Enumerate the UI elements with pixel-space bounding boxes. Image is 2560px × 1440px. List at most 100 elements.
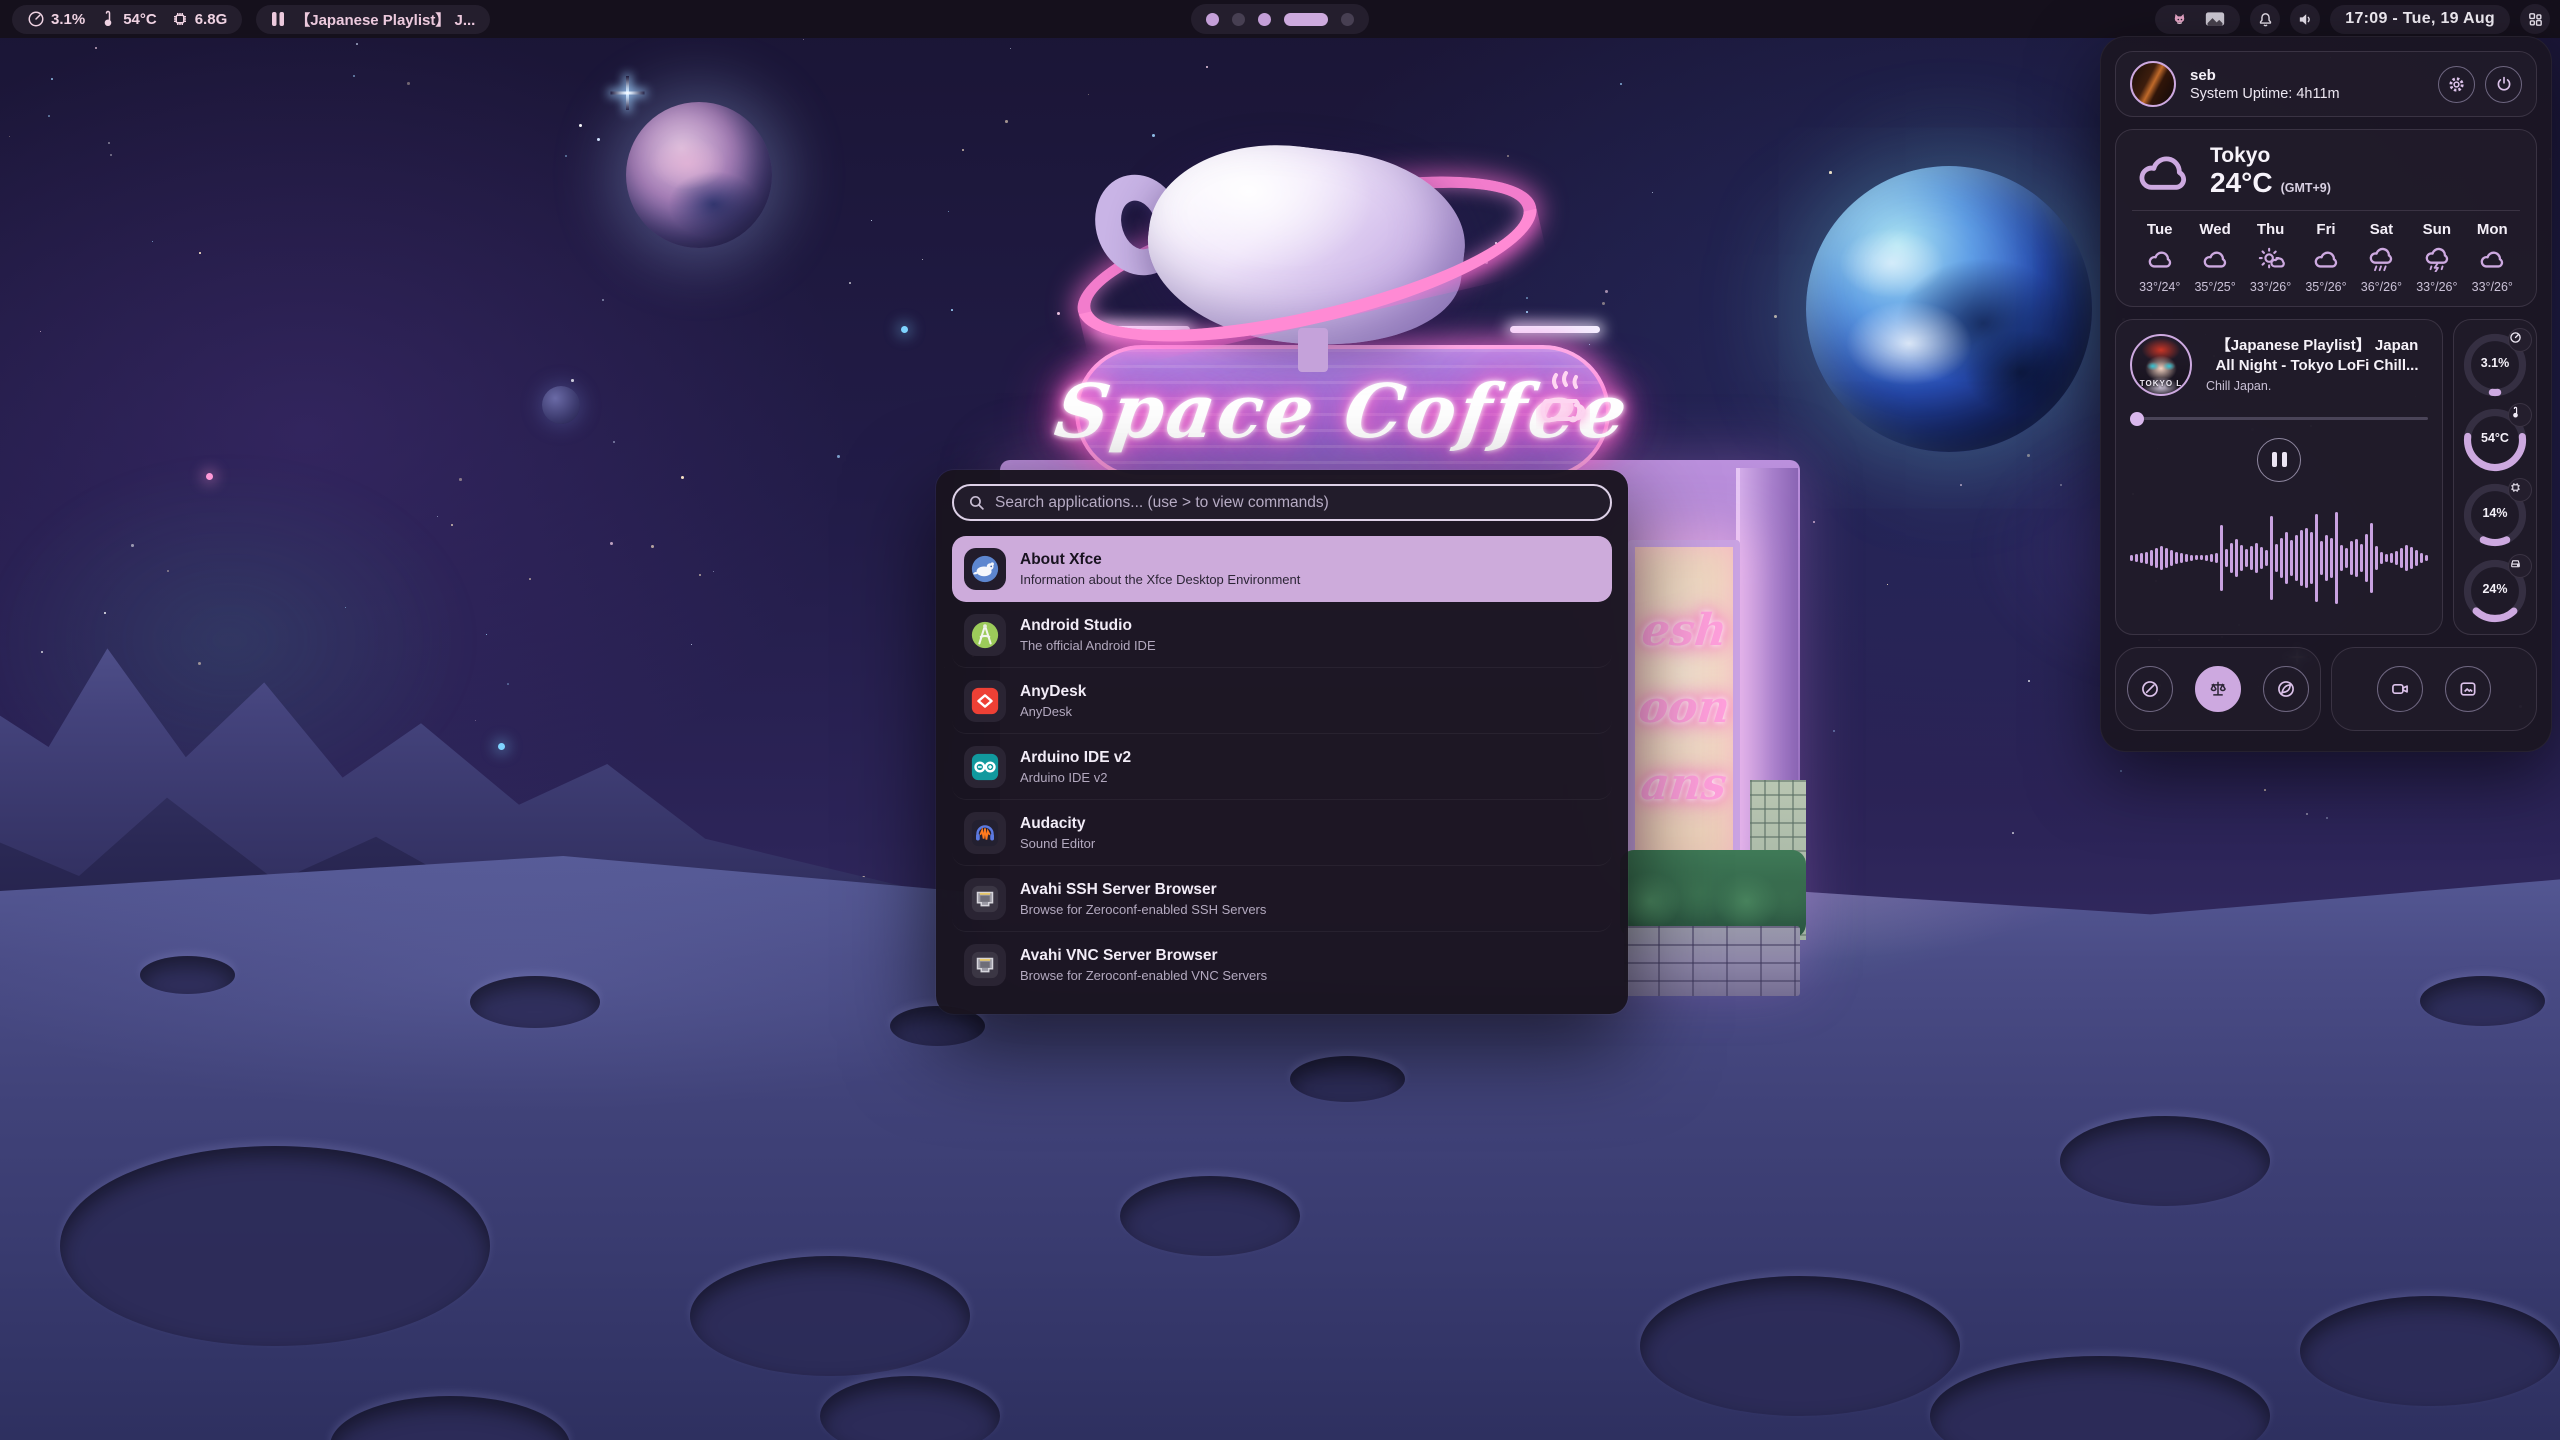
search-input[interactable] [995,494,1596,512]
app-row-about-xfce[interactable]: About Xfce Information about the Xfce De… [952,536,1612,602]
now-playing-pill[interactable]: 【Japanese Playlist】 J... [256,5,490,34]
forecast-temps: 33°/24° [2132,280,2187,294]
weather-card: Tokyo 24°C (GMT+9) Tue Wed Thu Fri Sat S… [2115,129,2537,307]
android-studio-icon [964,614,1006,656]
capture-controls [2331,647,2537,731]
play-pause-button[interactable] [2257,438,2301,482]
now-playing-label: 【Japanese Playlist】 J... [295,9,475,30]
app-overview-button[interactable] [2520,4,2550,34]
settings-button[interactable] [2438,66,2475,103]
audacity-headphones-icon [964,812,1006,854]
desktop: esh oon ans Space Coffee [0,0,2560,1440]
temperature-gauge: 54°C [2462,405,2528,473]
app-row-anydesk[interactable]: AnyDesk AnyDesk [952,668,1612,734]
coffee-cup-icon [1536,367,1590,434]
weather-city: Tokyo [2210,144,2331,168]
notifications-button[interactable] [2250,4,2280,34]
cafe-window: esh oon ans [1628,540,1740,875]
app-description: Sound Editor [1020,836,1095,851]
sparkle-star [610,76,644,110]
cpu-stat: 3.1% [27,10,85,28]
saturn-cup-sculpture [1090,130,1530,360]
performance-profile-button[interactable] [2127,666,2173,712]
cpu-gauge: 3.1% [2462,330,2528,398]
window-neon-text: ans [1639,759,1730,810]
anydesk-icon [964,680,1006,722]
disk-gauge: 24% [2462,556,2528,624]
power-saver-profile-button[interactable] [2263,666,2309,712]
app-name: AnyDesk [1020,683,1086,701]
pause-icon [271,11,285,27]
app-row-avahi-vnc[interactable]: Avahi VNC Server Browser Browse for Zero… [952,932,1612,998]
track-title: 【Japanese Playlist】 Japan All Night - To… [2206,336,2428,376]
workspace-dot-5[interactable] [1341,13,1354,26]
forecast-day: Sun [2409,221,2464,238]
app-name: Audacity [1020,815,1095,833]
power-button[interactable] [2485,66,2522,103]
app-list: About Xfce Information about the Xfce De… [952,536,1612,998]
image-icon[interactable] [2205,11,2225,27]
search-icon [968,494,985,511]
earth-planet [1806,166,2092,452]
workspace-pill [1191,4,1369,34]
forecast-temps: 33°/26° [2465,280,2520,294]
app-description: Browse for Zeroconf-enabled SSH Servers [1020,902,1266,917]
cloud-icon [2465,242,2520,276]
screenshot-button[interactable] [2445,666,2491,712]
app-row-arduino[interactable]: Arduino IDE v2 Arduino IDE v2 [952,734,1612,800]
app-row-android-studio[interactable]: Android Studio The official Android IDE [952,602,1612,668]
seek-thumb[interactable] [2130,412,2144,426]
app-description: Arduino IDE v2 [1020,770,1131,785]
power-profile-selector [2115,647,2321,731]
cloud-icon [2132,147,2194,195]
user-card: seb System Uptime: 4h11m [2115,51,2537,117]
app-row-avahi-ssh[interactable]: Avahi SSH Server Browser Browse for Zero… [952,866,1612,932]
workspace-dot-2[interactable] [1232,13,1245,26]
video-camera-icon [2390,679,2410,699]
workspace-dot-1[interactable] [1206,13,1219,26]
topbar-left: 3.1% 54°C 6.8G 【Japanese Playlist】 J... [12,5,490,34]
app-row-audacity[interactable]: Audacity Sound Editor [952,800,1612,866]
weather-timezone: (GMT+9) [2281,181,2331,195]
system-tray [2155,5,2240,34]
workspace-dot-4[interactable] [1284,13,1328,26]
forecast-day: Tue [2132,221,2187,238]
disk-gauge-label: 24% [2462,582,2528,596]
clock-pill[interactable]: 17:09 - Tue, 19 Aug [2330,5,2510,34]
divider [2132,210,2520,211]
temperature-stat: 54°C [99,10,157,28]
forecast-temps: 36°/26° [2354,280,2409,294]
app-name: About Xfce [1020,551,1300,569]
uptime-label: System Uptime: 4h11m [2190,86,2340,102]
system-gauges: 3.1% 54°C 14% 24% [2453,319,2537,635]
search-box[interactable] [952,484,1612,521]
forecast-row: Tue Wed Thu Fri Sat Sun Mon 33°/24° 35°/… [2132,221,2520,294]
chip-icon [2508,478,2532,502]
grid-icon [2527,11,2544,28]
balanced-profile-button[interactable] [2195,666,2241,712]
topbar-right: 17:09 - Tue, 19 Aug [2155,4,2550,34]
bushes [1620,850,1806,938]
volume-button[interactable] [2290,4,2320,34]
disk-icon [2508,554,2532,578]
workspace-dot-3[interactable] [1258,13,1271,26]
avatar [2130,61,2176,107]
rain-icon [2354,242,2409,276]
track-artist: Chill Japan. [2206,379,2428,393]
power-icon [2495,75,2513,93]
seek-slider[interactable] [2130,412,2428,426]
system-stats-pill[interactable]: 3.1% 54°C 6.8G [12,5,242,34]
screenshot-icon [2458,679,2478,699]
cat-icon[interactable] [2170,10,2189,29]
thermometer-icon [2508,403,2532,427]
album-art-caption: TOKYO L [2132,379,2190,388]
leaf-icon [2276,679,2296,699]
memory-gauge-label: 14% [2462,506,2528,520]
app-description: Information about the Xfce Desktop Envir… [1020,572,1300,587]
screen-record-button[interactable] [2377,666,2423,712]
gauge-icon [27,10,45,28]
gear-icon [2447,75,2466,94]
app-name: Android Studio [1020,617,1156,635]
top-panel: 3.1% 54°C 6.8G 【Japanese Playlist】 J... [0,0,2560,38]
memory-gauge: 14% [2462,480,2528,548]
